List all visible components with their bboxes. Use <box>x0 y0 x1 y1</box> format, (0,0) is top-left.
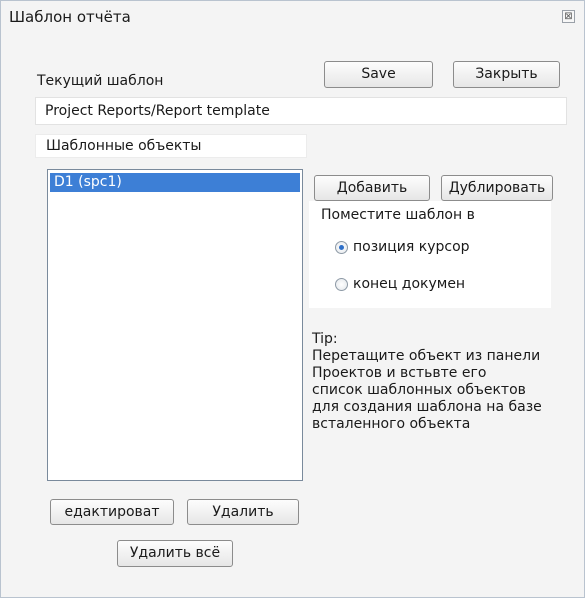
radio-cursor-position[interactable] <box>335 241 348 254</box>
tip-line: Перетащите объект из панели <box>312 348 541 364</box>
template-objects-header: Шаблонные объекты <box>35 134 307 158</box>
list-item[interactable]: D1 (spc1) <box>50 173 300 192</box>
tip-line: всталенного объекта <box>312 416 471 432</box>
radio-cursor-position-label[interactable]: позиция курсор <box>353 239 470 255</box>
tip-heading: Tip: <box>312 331 338 347</box>
radio-document-end-label[interactable]: конец докумен <box>353 276 465 292</box>
edit-button[interactable]: едактироват <box>50 499 174 525</box>
tip-text: Tip: Перетащите объект из панели Проекто… <box>312 331 572 433</box>
template-objects-list[interactable]: D1 (spc1) <box>47 169 303 481</box>
window-title: Шаблон отчёта <box>9 8 131 26</box>
radio-document-end[interactable] <box>335 278 348 291</box>
tip-line: список шаблонных объектов <box>312 382 526 398</box>
current-template-field[interactable]: Project Reports/Report template <box>35 97 567 125</box>
tip-line: для создания шаблона на базе <box>312 399 542 415</box>
close-icon[interactable]: ⊠ <box>562 10 575 23</box>
save-button[interactable]: Save <box>324 61 433 88</box>
tip-line: Проектов и встьвте его <box>312 365 487 381</box>
add-button[interactable]: Добавить <box>314 175 430 201</box>
report-template-dialog: Шаблон отчёта ⊠ Текущий шаблон Save Закр… <box>0 0 585 598</box>
close-button[interactable]: Закрыть <box>453 61 560 88</box>
title-bar: Шаблон отчёта ⊠ <box>1 1 584 33</box>
delete-all-button[interactable]: Удалить всё <box>117 540 233 567</box>
placement-label: Поместите шаблон в <box>321 207 475 223</box>
delete-button[interactable]: Удалить <box>187 499 299 525</box>
duplicate-button[interactable]: Дублировать <box>441 175 553 201</box>
current-template-label: Текущий шаблон <box>37 73 164 89</box>
